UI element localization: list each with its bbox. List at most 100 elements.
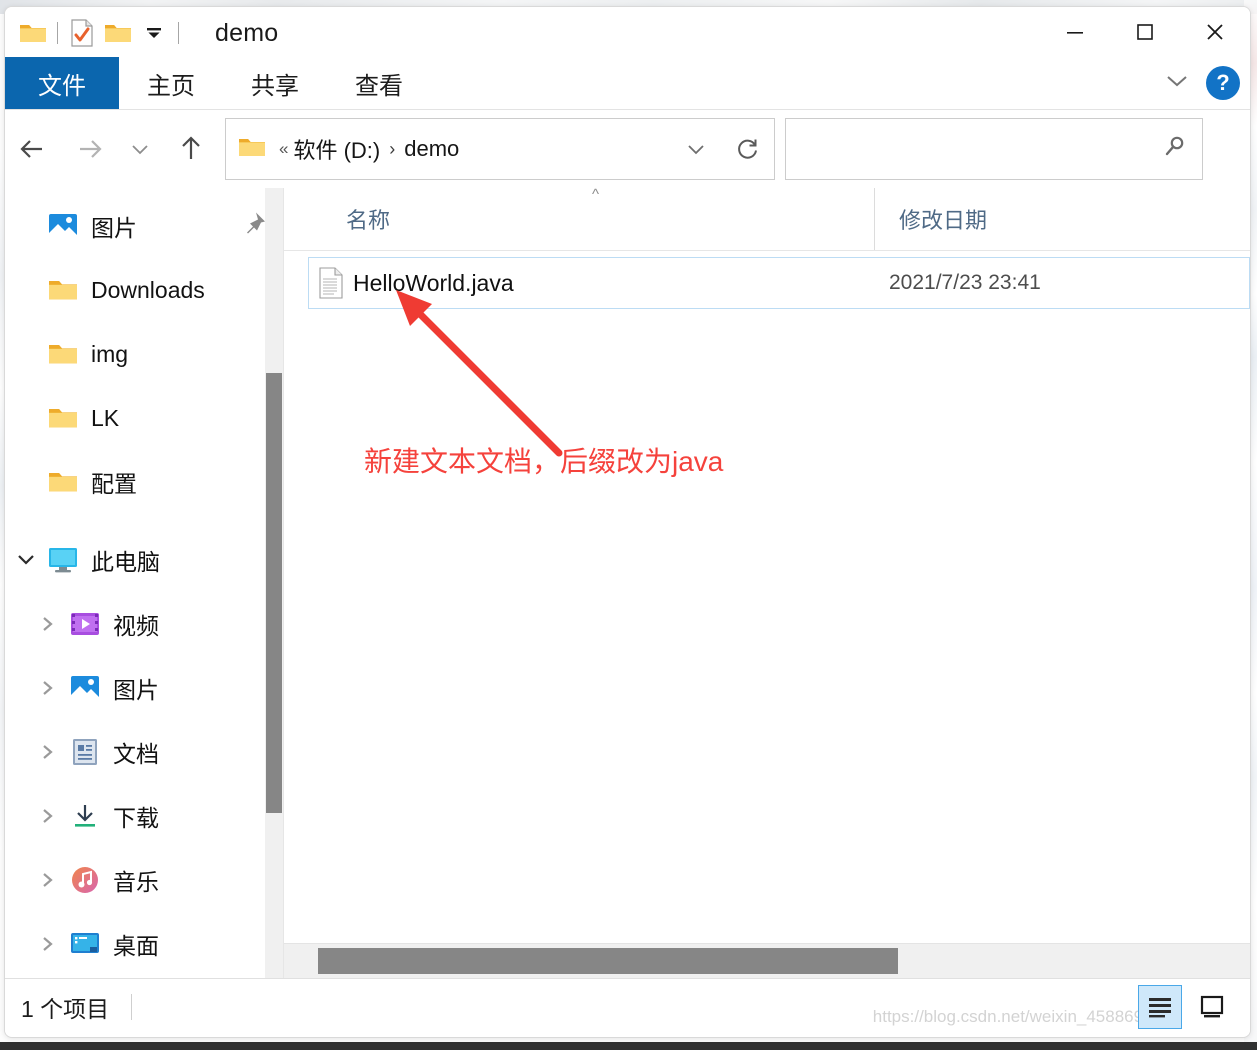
file-name-cell: HelloWorld.java	[353, 269, 514, 296]
window-title: demo	[215, 19, 279, 47]
status-bar: 1 个项目 https://blog.csdn.net/weixin_45886…	[5, 978, 1250, 1035]
folder-icon	[47, 338, 79, 370]
sidebar-label: img	[91, 340, 129, 367]
ribbon-right-controls: ?	[1162, 57, 1240, 109]
downloads-icon	[69, 800, 101, 832]
forward-button[interactable]	[61, 121, 117, 177]
qat-separator-2	[178, 22, 179, 44]
qat-separator-1	[57, 22, 58, 44]
expander-collapsed-icon[interactable]	[27, 678, 69, 698]
tab-share[interactable]: 共享	[223, 57, 327, 109]
breadcrumb-separator: ›	[389, 138, 396, 159]
column-header-date-label: 修改日期	[899, 208, 988, 233]
address-overflow-chevron[interactable]: «	[279, 139, 288, 159]
tab-view[interactable]: 查看	[327, 57, 431, 109]
folder-icon	[47, 466, 79, 498]
sidebar-item-pictures-quick[interactable]: 图片	[5, 194, 283, 258]
tab-file-label: 文件	[38, 72, 86, 100]
expander-collapsed-icon[interactable]	[27, 806, 69, 826]
expander-collapsed-icon[interactable]	[27, 870, 69, 890]
sidebar-label: 视频	[113, 613, 159, 639]
refresh-icon[interactable]	[722, 119, 774, 179]
status-divider	[131, 994, 133, 1020]
explorer-body: 图片 Downloads img LK 配置 此电脑 视频 图片 文档 下载 音…	[5, 186, 1250, 978]
sidebar-item-this-pc[interactable]: 此电脑	[5, 528, 283, 592]
back-button[interactable]	[5, 121, 61, 177]
tab-home-label: 主页	[147, 72, 195, 100]
sidebar-item-config-quick[interactable]: 配置	[5, 450, 283, 514]
annotation-text: 新建文本文档，后缀改为java	[364, 446, 724, 477]
pin-icon[interactable]	[241, 211, 267, 242]
folder-icon[interactable]	[15, 16, 51, 50]
address-dropdown-icon[interactable]	[670, 119, 722, 179]
breadcrumb-segment-folder[interactable]: demo	[404, 136, 459, 162]
tab-file[interactable]: 文件	[5, 57, 119, 109]
file-date-cell: 2021/7/23 23:41	[889, 271, 1041, 294]
recent-locations-button[interactable]	[117, 121, 163, 177]
sidebar-item-pictures[interactable]: 图片	[5, 656, 283, 720]
table-row[interactable]: HelloWorld.java 2021/7/23 23:41	[308, 257, 1250, 309]
pictures-icon	[69, 672, 101, 704]
desktop-icon	[69, 928, 101, 960]
details-view-button[interactable]	[1138, 985, 1182, 1029]
column-header-name[interactable]: 名称	[284, 188, 874, 250]
sidebar-label: 配置	[91, 471, 137, 497]
horizontal-scrollbar[interactable]	[284, 943, 1250, 978]
sidebar-item-documents[interactable]: 文档	[5, 720, 283, 784]
sidebar-scrollbar[interactable]	[265, 188, 283, 978]
navigation-pane: 图片 Downloads img LK 配置 此电脑 视频 图片 文档 下载 音…	[5, 188, 283, 978]
sidebar-scrollbar-thumb[interactable]	[266, 373, 282, 813]
file-explorer-window: demo 文件 主页 共享 查看 ? « 软件 (D:) › demo 图片 D…	[4, 6, 1251, 1038]
tab-share-label: 共享	[251, 72, 299, 100]
sidebar-item-lk-quick[interactable]: LK	[5, 386, 283, 450]
customize-dropdown-icon[interactable]	[136, 16, 172, 50]
search-input[interactable]	[786, 119, 1162, 179]
sidebar-label: LK	[91, 404, 120, 431]
pictures-icon	[47, 210, 79, 242]
sidebar-label: 音乐	[113, 869, 159, 895]
minimize-button[interactable]	[1040, 7, 1110, 57]
sidebar-label: 图片	[113, 677, 159, 703]
new-folder-icon[interactable]	[100, 16, 136, 50]
expander-collapsed-icon[interactable]	[27, 614, 69, 634]
maximize-button[interactable]	[1110, 7, 1180, 57]
search-icon[interactable]	[1162, 134, 1188, 165]
large-icons-view-button[interactable]	[1190, 985, 1234, 1029]
expander-expanded-icon[interactable]	[5, 551, 47, 569]
expander-collapsed-icon[interactable]	[27, 742, 69, 762]
sidebar-item-downloads-quick[interactable]: Downloads	[5, 258, 283, 322]
watermark-text: https://blog.csdn.net/weixin_45886948	[872, 1007, 1162, 1026]
tab-home[interactable]: 主页	[119, 57, 223, 109]
this-pc-icon	[47, 544, 79, 576]
breadcrumb-segment-drive[interactable]: 软件 (D:)	[293, 133, 380, 165]
documents-icon	[69, 736, 101, 768]
address-bar[interactable]: « 软件 (D:) › demo	[225, 118, 775, 180]
sidebar-label: 桌面	[113, 933, 159, 959]
help-button[interactable]: ?	[1206, 66, 1240, 100]
search-box[interactable]	[785, 118, 1203, 180]
properties-icon[interactable]	[64, 16, 100, 50]
expander-collapsed-icon[interactable]	[27, 934, 69, 954]
quick-access-toolbar	[15, 16, 185, 50]
address-bar-row: « 软件 (D:) › demo	[5, 110, 1250, 188]
view-mode-buttons	[1138, 985, 1234, 1029]
column-header-date[interactable]: 修改日期	[874, 188, 1194, 250]
file-list-pane: ^ 名称 修改日期 HelloWorld.java 2021/7/23 23:4…	[283, 186, 1250, 978]
sidebar-item-videos[interactable]: 视频	[5, 592, 283, 656]
screen-root: demo 文件 主页 共享 查看 ? « 软件 (D:) › demo 图片 D…	[0, 0, 1257, 1050]
sidebar-item-downloads[interactable]: 下载	[5, 784, 283, 848]
ribbon-tab-bar: 文件 主页 共享 查看 ?	[5, 57, 1250, 110]
up-button[interactable]	[163, 121, 219, 177]
background-taskbar-strip	[0, 1042, 1257, 1050]
sidebar-item-img-quick[interactable]: img	[5, 322, 283, 386]
sidebar-label: 此电脑	[91, 549, 160, 575]
horizontal-scrollbar-thumb[interactable]	[318, 948, 898, 974]
sidebar-item-desktop[interactable]: 桌面	[5, 912, 283, 976]
tab-view-label: 查看	[355, 72, 403, 100]
music-icon	[69, 864, 101, 896]
folder-icon	[47, 402, 79, 434]
close-button[interactable]	[1180, 7, 1250, 57]
sidebar-item-music[interactable]: 音乐	[5, 848, 283, 912]
ribbon-tabs: 文件 主页 共享 查看	[5, 57, 1250, 109]
chevron-down-icon[interactable]	[1162, 71, 1192, 96]
